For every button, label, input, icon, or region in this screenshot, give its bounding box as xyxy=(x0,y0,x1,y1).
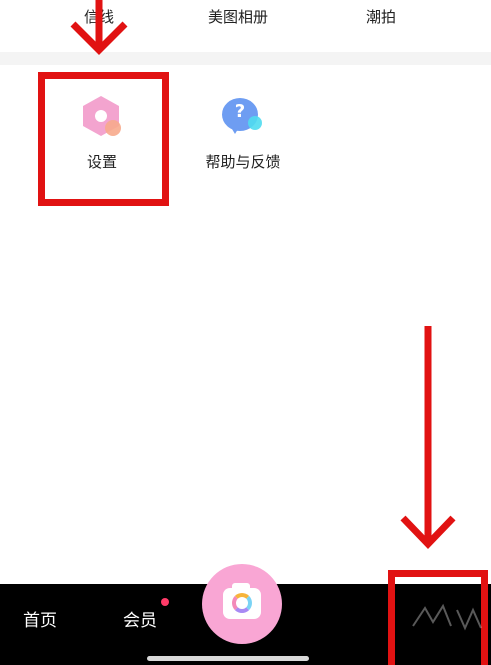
help-bubble-icon: ? xyxy=(220,96,266,142)
camera-lens-icon xyxy=(232,593,252,613)
top-menu-item-chaopai[interactable]: 潮拍 xyxy=(366,6,396,27)
vip-badge-dot xyxy=(161,598,169,606)
annotation-arrow-profile xyxy=(400,326,456,550)
annotation-arrow-settings xyxy=(70,0,128,55)
home-indicator xyxy=(147,656,309,661)
watermark-logo xyxy=(412,603,482,631)
tab-vip[interactable]: 会员 xyxy=(123,606,157,631)
camera-button[interactable] xyxy=(202,564,282,644)
annotation-box-settings xyxy=(38,72,169,206)
help-feedback-label: 帮助与反馈 xyxy=(205,153,281,171)
help-feedback-tile[interactable]: ? 帮助与反馈 xyxy=(195,90,291,172)
top-menu-item-meitu-album[interactable]: 美图相册 xyxy=(208,6,268,27)
tab-home[interactable]: 首页 xyxy=(23,606,57,631)
